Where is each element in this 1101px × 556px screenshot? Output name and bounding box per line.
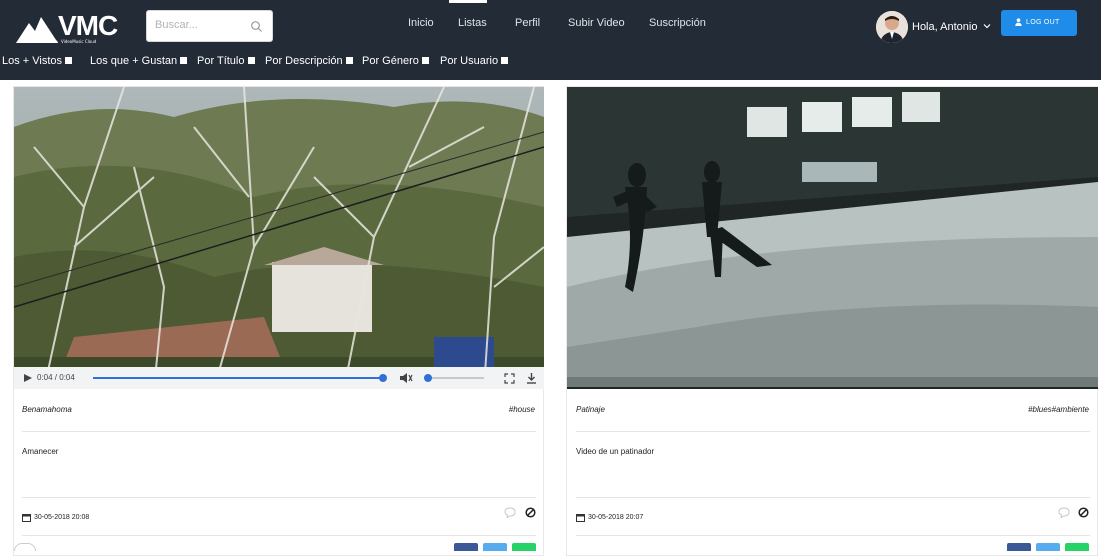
block-icon[interactable] <box>1078 507 1089 518</box>
video-description: Amanecer <box>22 447 59 456</box>
filter-por-descripcion[interactable]: Por Descripción <box>265 55 353 67</box>
avatar <box>876 11 908 43</box>
volume-slider[interactable] <box>424 374 484 382</box>
nav-suscripcion[interactable]: Suscripción <box>649 17 706 29</box>
play-icon[interactable] <box>23 373 33 383</box>
filter-checkbox[interactable] <box>180 57 188 64</box>
filter-label: Por Título <box>197 55 245 67</box>
share-whatsapp-button[interactable] <box>512 543 536 551</box>
fullscreen-icon[interactable] <box>504 373 515 384</box>
video-description: Video de un patinador <box>576 447 655 456</box>
volume-thumb[interactable] <box>424 374 432 382</box>
filter-checkbox[interactable] <box>501 57 509 64</box>
video-date: 30-05-2018 20:07 <box>588 514 644 521</box>
user-icon <box>1015 18 1022 26</box>
search-box[interactable]: Buscar... <box>146 10 273 42</box>
share-facebook-button[interactable] <box>454 543 478 551</box>
divider <box>576 497 1090 498</box>
filter-label: Los + Vistos <box>2 55 63 67</box>
video-player[interactable] <box>567 87 1098 389</box>
filter-label: Los que + Gustan <box>90 55 178 67</box>
calendar-icon <box>576 514 585 522</box>
video-date: 30-05-2018 20:08 <box>34 514 90 521</box>
comment-icon[interactable] <box>1058 507 1070 518</box>
nav-inicio[interactable]: Inicio <box>408 17 434 29</box>
nav-perfil[interactable]: Perfil <box>515 17 540 29</box>
share-facebook-button[interactable] <box>1007 543 1031 551</box>
divider <box>22 431 536 432</box>
share-whatsapp-button[interactable] <box>1065 543 1089 551</box>
time-display: 0:04 / 0:04 <box>37 373 75 382</box>
progress-thumb[interactable] <box>379 374 387 382</box>
filter-label: Por Usuario <box>440 55 499 67</box>
video-frame-forest <box>14 87 544 389</box>
divider <box>576 431 1090 432</box>
download-icon[interactable] <box>526 372 537 384</box>
share-twitter-button[interactable] <box>483 543 507 551</box>
progress-fill <box>93 377 383 379</box>
filter-checkbox[interactable] <box>247 57 255 64</box>
brand-logo[interactable]: VMC VideoMusic Cloud <box>14 9 118 47</box>
video-frame-ice-rink <box>567 87 1098 389</box>
cloud-logo-icon <box>16 17 58 43</box>
logout-button[interactable]: LOG OUT <box>1001 10 1077 36</box>
chevron-down-icon[interactable] <box>982 21 992 31</box>
video-title[interactable]: Benamahoma <box>22 405 72 414</box>
mute-icon[interactable] <box>399 372 413 384</box>
filter-label: Por Género <box>362 55 419 67</box>
filter-por-usuario[interactable]: Por Usuario <box>440 55 509 67</box>
active-nav-indicator <box>449 0 487 3</box>
filter-checkbox[interactable] <box>421 57 429 64</box>
share-twitter-button[interactable] <box>1036 543 1060 551</box>
filter-mas-vistos[interactable]: Los + Vistos <box>2 55 73 67</box>
filter-checkbox[interactable] <box>345 57 353 64</box>
divider <box>576 535 1090 536</box>
filter-por-titulo[interactable]: Por Título <box>197 55 255 67</box>
filter-por-genero[interactable]: Por Género <box>362 55 429 67</box>
brand-name: VMC <box>58 10 118 41</box>
divider <box>22 535 536 536</box>
progress-bar[interactable] <box>93 374 387 382</box>
nav-subir-video[interactable]: Subir Video <box>568 17 625 29</box>
video-controls: 0:04 / 0:04 <box>14 367 544 389</box>
brand-tagline: VideoMusic Cloud <box>61 39 97 44</box>
video-card: 0:04 / 0:04 Benamahoma #house Amanecer 3… <box>13 86 544 556</box>
logout-label: LOG OUT <box>1026 19 1060 26</box>
search-placeholder: Buscar... <box>155 19 198 31</box>
comment-icon[interactable] <box>504 507 516 518</box>
filter-mas-gustan[interactable]: Los que + Gustan <box>90 55 188 67</box>
video-player[interactable]: 0:04 / 0:04 <box>14 87 544 389</box>
block-icon[interactable] <box>525 507 536 518</box>
filter-checkbox[interactable] <box>65 57 73 64</box>
user-greeting: Hola, Antonio <box>912 21 978 33</box>
uploader-avatar[interactable] <box>14 543 36 551</box>
filter-label: Por Descripción <box>265 55 343 67</box>
nav-listas[interactable]: Listas <box>458 17 487 29</box>
video-card: Patinaje #blues#ambiente Video de un pat… <box>566 86 1098 556</box>
video-tags[interactable]: #blues#ambiente <box>1028 405 1089 414</box>
divider <box>22 497 536 498</box>
video-tags[interactable]: #house <box>509 405 535 414</box>
user-photo-icon <box>876 11 908 43</box>
search-icon[interactable] <box>250 20 263 33</box>
video-title[interactable]: Patinaje <box>576 405 605 414</box>
top-navbar: VMC VideoMusic Cloud Buscar... Inicio Li… <box>0 0 1101 80</box>
calendar-icon <box>22 514 31 522</box>
